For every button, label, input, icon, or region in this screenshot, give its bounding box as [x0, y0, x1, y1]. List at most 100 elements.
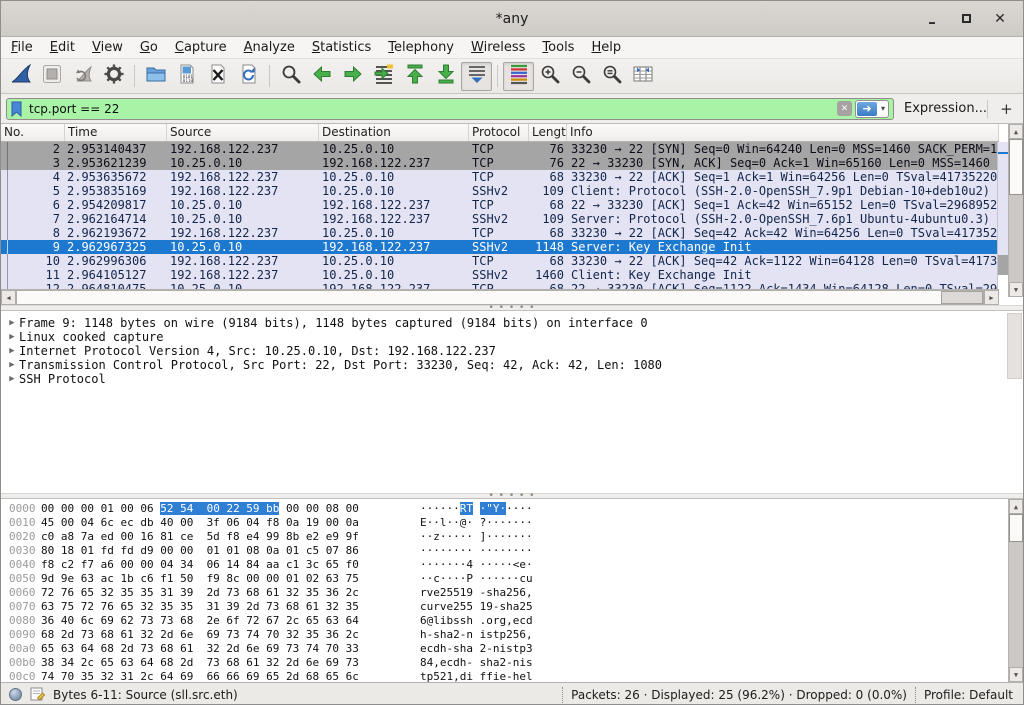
zoom-original-button[interactable] — [596, 62, 627, 91]
menu-tools[interactable]: Tools — [542, 40, 574, 55]
stop-capture-button[interactable] — [36, 62, 67, 91]
hex-vscrollbar[interactable]: ▲ ▼ — [1008, 499, 1023, 682]
column-header-length[interactable]: Length — [529, 124, 567, 141]
menu-wireless[interactable]: Wireless — [471, 40, 525, 55]
scroll-down-icon[interactable]: ▼ — [1009, 282, 1023, 297]
go-to-bottom-button[interactable] — [430, 62, 461, 91]
zoom-in-button[interactable] — [534, 62, 565, 91]
scroll-down-icon[interactable]: ▼ — [1009, 667, 1023, 682]
menu-capture[interactable]: Capture — [175, 40, 227, 55]
expression-button[interactable]: Expression... — [904, 101, 987, 116]
find-packet-button[interactable] — [275, 62, 306, 91]
column-header-time[interactable]: Time — [65, 124, 167, 141]
hex-row[interactable]: 001045 00 04 6c ec db 40 00 3f 06 04 f8 … — [1, 516, 1023, 530]
save-file-button[interactable]: 01010110 — [171, 62, 202, 91]
resize-columns-button[interactable] — [627, 62, 658, 91]
packet-row[interactable]: 22.953140437192.168.122.23710.25.0.10TCP… — [1, 142, 999, 156]
packet-row[interactable]: 32.95362123910.25.0.10192.168.122.237TCP… — [1, 156, 999, 170]
annotation-icon[interactable] — [30, 686, 45, 704]
packet-row[interactable]: 52.953835169192.168.122.23710.25.0.10SSH… — [1, 184, 999, 198]
detail-item[interactable]: ▶Internet Protocol Version 4, Src: 10.25… — [1, 344, 1023, 358]
display-filter-input[interactable]: tcp.port == 22 ✕ ➜ ▾ — [6, 98, 894, 120]
scrollbar-thumb[interactable] — [1009, 514, 1023, 542]
zoom-out-button[interactable] — [565, 62, 596, 91]
packet-row[interactable]: 62.95420981710.25.0.10192.168.122.237TCP… — [1, 198, 999, 212]
hex-row[interactable]: 0020c0 a8 7a ed 00 16 81 ce 5d f8 e4 99 … — [1, 530, 1023, 544]
expand-arrow-icon[interactable]: ▶ — [5, 316, 19, 330]
hex-row[interactable]: 00509d 9e 63 ac 1b c6 f1 50 f9 8c 00 00 … — [1, 572, 1023, 586]
expand-arrow-icon[interactable]: ▶ — [5, 358, 19, 372]
expand-arrow-icon[interactable]: ▶ — [5, 372, 19, 386]
close-file-button[interactable] — [202, 62, 233, 91]
open-file-button[interactable] — [140, 62, 171, 91]
column-header-protocol[interactable]: Protocol — [469, 124, 529, 141]
menu-view[interactable]: View — [92, 40, 123, 55]
packet-list-vscrollbar[interactable]: ▲ ▼ — [1008, 124, 1023, 297]
scroll-up-icon[interactable]: ▲ — [1009, 499, 1023, 514]
menu-analyze[interactable]: Analyze — [244, 40, 295, 55]
maximize-icon[interactable] — [957, 10, 975, 28]
hex-row[interactable]: 00c074 70 35 32 31 2c 64 69 66 66 69 65 … — [1, 670, 1023, 684]
packet-row[interactable]: 82.962193672192.168.122.23710.25.0.10TCP… — [1, 226, 999, 240]
packet-row[interactable]: 112.964105127192.168.122.23710.25.0.10SS… — [1, 268, 999, 282]
restart-capture-button[interactable] — [67, 62, 98, 91]
minimize-icon[interactable]: – — [923, 10, 941, 28]
scroll-left-icon[interactable]: ◀ — [1, 290, 16, 305]
packet-row[interactable]: 72.96216471410.25.0.10192.168.122.237SSH… — [1, 212, 999, 226]
filter-bookmark-icon[interactable] — [10, 101, 23, 117]
packet-row[interactable]: 92.96296732510.25.0.10192.168.122.237SSH… — [1, 240, 999, 254]
close-icon[interactable]: ✕ — [991, 10, 1009, 28]
add-filter-button[interactable]: + — [998, 100, 1015, 118]
packet-list-minimap[interactable] — [997, 142, 1008, 289]
hex-row[interactable]: 003080 18 01 fd fd d9 00 00 01 01 08 0a … — [1, 544, 1023, 558]
apply-filter-icon[interactable]: ➜ — [857, 102, 877, 116]
scroll-right-icon[interactable]: ▶ — [984, 290, 999, 305]
start-capture-button[interactable] — [5, 62, 36, 91]
menu-edit[interactable]: Edit — [50, 40, 75, 55]
hex-row[interactable]: 009068 2d 73 68 61 32 2d 6e 69 73 74 70 … — [1, 628, 1023, 642]
go-forward-button[interactable] — [337, 62, 368, 91]
menu-statistics[interactable]: Statistics — [312, 40, 371, 55]
menu-file[interactable]: File — [11, 40, 33, 55]
hex-row[interactable]: 008036 40 6c 69 62 73 73 68 2e 6f 72 67 … — [1, 614, 1023, 628]
packet-row[interactable]: 42.953635672192.168.122.23710.25.0.10TCP… — [1, 170, 999, 184]
column-header-no[interactable]: No. — [1, 124, 65, 141]
detail-item[interactable]: ▶Frame 9: 1148 bytes on wire (9184 bits)… — [1, 316, 1023, 330]
column-header-destination[interactable]: Destination — [319, 124, 469, 141]
auto-scroll-button[interactable] — [461, 62, 492, 91]
scroll-up-icon[interactable]: ▲ — [1009, 124, 1023, 139]
expand-arrow-icon[interactable]: ▶ — [5, 330, 19, 344]
colorize-button[interactable] — [503, 62, 534, 91]
menu-go[interactable]: Go — [140, 40, 158, 55]
scrollbar-thumb[interactable] — [1009, 139, 1023, 195]
column-header-source[interactable]: Source — [167, 124, 319, 141]
packet-row[interactable]: 102.962996306192.168.122.23710.25.0.10TC… — [1, 254, 999, 268]
go-back-button[interactable] — [306, 62, 337, 91]
column-header-info[interactable]: Info — [567, 124, 999, 141]
capture-options-button[interactable] — [98, 62, 129, 91]
status-profile[interactable]: Profile: Default — [924, 688, 1013, 702]
menu-help[interactable]: Help — [591, 40, 621, 55]
hex-row[interactable]: 0040f8 c2 f7 a6 00 00 04 34 06 14 84 aa … — [1, 558, 1023, 572]
expand-arrow-icon[interactable]: ▶ — [5, 344, 19, 358]
hex-row[interactable]: 007063 75 72 76 65 32 35 35 31 39 2d 73 … — [1, 600, 1023, 614]
hex-row[interactable]: 00b038 34 2c 65 63 64 68 2d 73 68 61 32 … — [1, 656, 1023, 670]
detail-item[interactable]: ▶SSH Protocol — [1, 372, 1023, 386]
hex-row[interactable]: 000000 00 00 01 00 06 52 54 00 22 59 bb … — [1, 502, 1023, 516]
clear-filter-icon[interactable]: ✕ — [837, 101, 852, 116]
filter-history-dropdown-icon[interactable]: ▾ — [879, 104, 887, 113]
detail-item[interactable]: ▶Linux cooked capture — [1, 330, 1023, 344]
expert-info-icon[interactable] — [9, 688, 22, 701]
scrollbar-thumb[interactable] — [941, 291, 983, 304]
details-scrollbar[interactable] — [1007, 313, 1022, 379]
detail-item[interactable]: ▶Transmission Control Protocol, Src Port… — [1, 358, 1023, 372]
packet-list-hscrollbar[interactable]: ◀ ▶ — [1, 289, 999, 305]
go-to-top-button[interactable] — [399, 62, 430, 91]
packet-row[interactable]: 122.96481047510.25.0.10192.168.122.237TC… — [1, 282, 999, 289]
hex-row[interactable]: 00a065 63 64 68 2d 73 68 61 32 2d 6e 69 … — [1, 642, 1023, 656]
hex-row[interactable]: 006072 76 65 32 35 35 31 39 2d 73 68 61 … — [1, 586, 1023, 600]
reload-file-button[interactable] — [233, 62, 264, 91]
filter-value[interactable]: tcp.port == 22 — [26, 102, 834, 116]
go-to-packet-button[interactable] — [368, 62, 399, 91]
menu-telephony[interactable]: Telephony — [388, 40, 454, 55]
